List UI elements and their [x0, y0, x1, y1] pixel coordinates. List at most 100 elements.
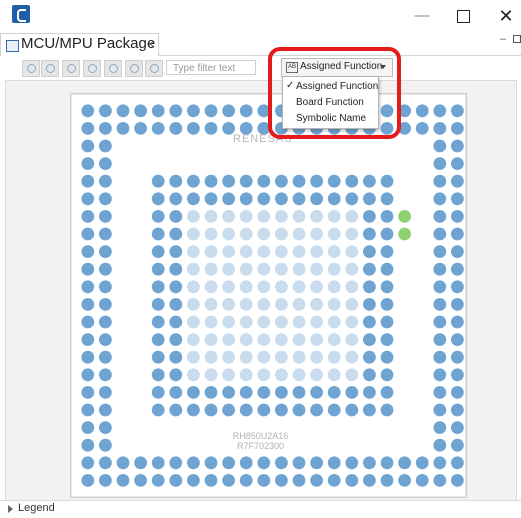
package-pin[interactable] [380, 474, 394, 487]
package-pin[interactable] [81, 298, 95, 311]
export-icon[interactable] [22, 60, 40, 77]
package-pin[interactable] [275, 456, 288, 470]
package-pin[interactable] [204, 122, 218, 135]
package-pin[interactable] [380, 386, 394, 399]
package-pin[interactable] [169, 192, 183, 206]
package-pin[interactable] [275, 333, 288, 346]
package-pin[interactable] [169, 333, 183, 346]
package-pin[interactable] [187, 350, 200, 364]
package-pin[interactable] [380, 315, 394, 329]
package-pin[interactable] [451, 245, 464, 258]
package-pin[interactable] [239, 350, 253, 364]
package-pin[interactable] [275, 403, 288, 417]
package-pin[interactable] [204, 474, 218, 487]
assigned-pin[interactable] [398, 227, 411, 241]
package-pin[interactable] [398, 474, 411, 487]
package-pin[interactable] [451, 139, 464, 153]
package-pin[interactable] [204, 403, 218, 417]
package-pin[interactable] [151, 368, 165, 382]
package-pin[interactable] [380, 262, 394, 276]
package-pin[interactable] [451, 350, 464, 364]
package-pin[interactable] [81, 474, 95, 487]
package-pin[interactable] [398, 456, 411, 470]
package-pin[interactable] [292, 245, 306, 258]
package-pin[interactable] [222, 403, 236, 417]
package-pin[interactable] [204, 174, 218, 188]
package-pin[interactable] [327, 245, 341, 258]
package-pin[interactable] [204, 280, 218, 294]
package-pin[interactable] [187, 368, 200, 382]
package-pin[interactable] [292, 262, 306, 276]
package-pin[interactable] [275, 245, 288, 258]
package-pin[interactable] [81, 245, 95, 258]
package-pin[interactable] [345, 403, 359, 417]
package-pin[interactable] [169, 104, 183, 118]
package-pin[interactable] [151, 104, 165, 118]
package-pin[interactable] [239, 456, 253, 470]
package-pin[interactable] [327, 227, 341, 241]
package-pin[interactable] [451, 368, 464, 382]
package-pin[interactable] [380, 227, 394, 241]
rotate-icon[interactable] [125, 60, 143, 77]
package-pin[interactable] [151, 403, 165, 417]
package-pin[interactable] [327, 280, 341, 294]
package-pin[interactable] [99, 210, 112, 223]
package-pin[interactable] [151, 386, 165, 399]
package-pin[interactable] [327, 403, 341, 417]
package-pin[interactable] [151, 262, 165, 276]
package-pin[interactable] [433, 315, 447, 329]
package-pin[interactable] [345, 210, 359, 223]
zoom-in-icon[interactable] [62, 60, 80, 77]
package-pin[interactable] [363, 403, 376, 417]
package-pin[interactable] [433, 368, 447, 382]
package-pin[interactable] [310, 456, 323, 470]
package-pin[interactable] [310, 192, 323, 206]
package-pin[interactable] [187, 280, 200, 294]
package-pin[interactable] [451, 104, 464, 118]
package-pin[interactable] [239, 227, 253, 241]
package-pin[interactable] [239, 386, 253, 399]
package-pin[interactable] [99, 122, 112, 135]
package-pin[interactable] [327, 174, 341, 188]
package-pin[interactable] [292, 298, 306, 311]
package-pin[interactable] [99, 174, 112, 188]
package-pin[interactable] [345, 456, 359, 470]
package-pin[interactable] [310, 280, 323, 294]
package-pin[interactable] [222, 192, 236, 206]
package-pin[interactable] [239, 245, 253, 258]
package-pin[interactable] [275, 192, 288, 206]
package-pin[interactable] [380, 456, 394, 470]
package-pin[interactable] [151, 174, 165, 188]
package-pin[interactable] [99, 368, 112, 382]
package-pin[interactable] [451, 280, 464, 294]
package-pin[interactable] [380, 403, 394, 417]
package-pin[interactable] [345, 386, 359, 399]
package-pin[interactable] [380, 350, 394, 364]
package-pin[interactable] [222, 333, 236, 346]
package-pin[interactable] [116, 474, 130, 487]
package-pin[interactable] [363, 333, 376, 346]
package-pin[interactable] [292, 474, 306, 487]
package-pin[interactable] [151, 350, 165, 364]
package-pin[interactable] [433, 386, 447, 399]
package-pin[interactable] [99, 280, 112, 294]
package-pin[interactable] [222, 315, 236, 329]
package-pin[interactable] [327, 333, 341, 346]
package-pin[interactable] [451, 315, 464, 329]
package-pin[interactable] [187, 227, 200, 241]
package-pin[interactable] [363, 298, 376, 311]
package-pin[interactable] [204, 350, 218, 364]
package-pin[interactable] [151, 333, 165, 346]
package-pin[interactable] [204, 386, 218, 399]
package-pin[interactable] [169, 403, 183, 417]
package-pin[interactable] [81, 333, 95, 346]
package-pin[interactable] [151, 122, 165, 135]
package-pin[interactable] [292, 227, 306, 241]
package-pin[interactable] [433, 245, 447, 258]
package-pin[interactable] [169, 368, 183, 382]
package-pin[interactable] [81, 210, 95, 223]
package-pin[interactable] [169, 280, 183, 294]
package-pin[interactable] [380, 368, 394, 382]
package-pin[interactable] [380, 192, 394, 206]
package-pin[interactable] [451, 403, 464, 417]
